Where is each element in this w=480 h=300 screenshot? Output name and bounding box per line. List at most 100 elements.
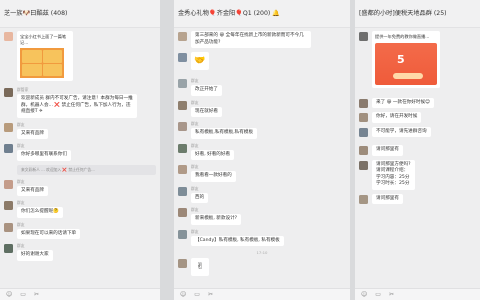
- sticker[interactable]: 🤝: [191, 52, 209, 70]
- message: 群友 【Candy】私有模板, 私有模板, 私有模板: [178, 229, 346, 246]
- emoji-icon[interactable]: ☺: [6, 291, 12, 298]
- message-text: 好看, 好看的好看: [191, 149, 235, 160]
- avatar[interactable]: [4, 88, 13, 97]
- message: 群友 西的: [178, 185, 346, 203]
- sender-name: 群友: [17, 143, 25, 148]
- avatar[interactable]: [4, 244, 13, 253]
- card-button: [393, 72, 423, 79]
- input-toolbar: ☺ ▭ ✂: [0, 288, 160, 300]
- message-text: 私有模板,私有模板,私有模板: [191, 128, 258, 139]
- chat-title: [盛都的小时]便税天地品群 (25): [355, 0, 480, 28]
- avatar[interactable]: [359, 146, 368, 155]
- message-text: 我看看一款好看的: [191, 171, 236, 182]
- message: 🤝: [178, 52, 346, 70]
- sender-name: 群友: [17, 121, 25, 127]
- avatar[interactable]: [178, 208, 187, 217]
- chat-title: 芝一族🐶曰酷兹 (408): [0, 0, 160, 28]
- avatar[interactable]: [178, 165, 187, 174]
- message-text: 又来有品牌: [17, 185, 48, 196]
- timestamp: 17:10: [256, 250, 268, 255]
- card-thumbnail: [20, 48, 64, 78]
- message: 请问那里有: [359, 145, 476, 156]
- message: 请问那里方便吗? 请问课程介绍： 学习内容：25分 学习时长：25分: [359, 159, 476, 190]
- shared-card[interactable]: 提供一年免费的教你做直播... 5: [372, 31, 440, 88]
- message: 群友 你们怎么提醒呢🤔: [4, 200, 156, 218]
- message: ✌: [178, 258, 346, 276]
- sender-name: 群友: [191, 142, 199, 148]
- message-text: 你好，请在开发时候: [372, 112, 422, 123]
- card-thumbnail: 5: [375, 42, 437, 85]
- sender-name: 群友: [17, 200, 25, 205]
- chat-column-2: 金秀心礼物🎈齐金阳🎈Q1 (200) 🔔 第三部来的 😀 全每年在找新上市的新款…: [174, 0, 350, 300]
- sender-name: 群管家: [17, 87, 29, 92]
- input-toolbar: ☺ ▭ ✂: [355, 288, 480, 300]
- sender-name: 群友: [191, 164, 199, 169]
- avatar[interactable]: [359, 32, 368, 41]
- avatar[interactable]: [178, 100, 187, 110]
- card-title: 宝宝小红书上面了一篇笔记...: [20, 34, 67, 45]
- message-text: 欢迎新成员 群内不可发广告，请注意！本群为每日一推群，机器人会... ❌ 禁止任…: [17, 94, 137, 118]
- input-toolbar: ☺ ▭ ✂: [174, 288, 350, 300]
- message: 第三部来的 😀 全每年在找新上市的新款新而可不今几加产品功能?: [178, 31, 346, 48]
- message-text: 你好多哪里有联系你们: [17, 150, 71, 161]
- message: 群友 你好多哪里有联系你们: [4, 143, 156, 161]
- emoji-icon[interactable]: ☺: [180, 291, 186, 298]
- message: 请问那里有: [359, 193, 476, 204]
- message-text: 【Candy】私有模板, 私有模板, 私有模板: [191, 235, 284, 246]
- avatar[interactable]: [178, 122, 187, 131]
- message: 群友 又来有品牌: [4, 178, 156, 196]
- message-text: 来了 😀 一款在你好时候😊: [372, 97, 434, 108]
- message: 群友 好的谢谢大家: [4, 243, 156, 261]
- avatar[interactable]: [4, 122, 13, 132]
- avatar[interactable]: [359, 194, 368, 204]
- message-text: 改正开始了: [191, 85, 222, 96]
- avatar[interactable]: [4, 144, 13, 153]
- avatar[interactable]: [178, 229, 187, 239]
- message-text: 好的谢谢大家: [17, 250, 53, 261]
- message: 不可能学，请先进群咨询: [359, 126, 476, 137]
- avatar[interactable]: [178, 32, 187, 41]
- scissors-icon[interactable]: ✂: [389, 291, 394, 298]
- folder-icon[interactable]: ▭: [194, 291, 200, 298]
- card-title: 提供一年免费的教你做直播...: [375, 34, 430, 39]
- message: 群友 又来有品牌: [4, 121, 156, 139]
- avatar[interactable]: [178, 259, 187, 268]
- message: 群友 如果现在可以来的话请下单: [4, 221, 156, 239]
- sender-name: 群友: [191, 185, 199, 191]
- avatar[interactable]: [4, 201, 13, 210]
- message-text: 新来模板, 新款设计?: [191, 214, 242, 225]
- avatar[interactable]: [359, 98, 368, 108]
- avatar[interactable]: [4, 32, 13, 41]
- avatar[interactable]: [178, 186, 187, 196]
- avatar[interactable]: [4, 222, 13, 232]
- scissors-icon[interactable]: ✂: [34, 291, 39, 298]
- avatar[interactable]: [178, 79, 187, 88]
- scissors-icon[interactable]: ✂: [208, 291, 213, 298]
- message-text: 请问那里方便吗? 请问课程介绍： 学习内容：25分 学习时长：25分: [372, 159, 415, 190]
- avatar[interactable]: [178, 53, 187, 62]
- shared-card[interactable]: 宝宝小红书上面了一篇笔记...: [17, 31, 73, 81]
- sender-name: 群友: [17, 178, 25, 184]
- sender-name: 群友: [191, 99, 199, 105]
- avatar[interactable]: [4, 179, 13, 189]
- sticker[interactable]: ✌: [191, 258, 209, 276]
- message: 你好，请在开发时候: [359, 112, 476, 123]
- chat-title: 金秀心礼物🎈齐金阳🎈Q1 (200) 🔔: [174, 0, 350, 28]
- avatar[interactable]: [178, 143, 187, 153]
- avatar[interactable]: [359, 113, 368, 122]
- system-notice: 来文彩新人 ... 欢迎加入 ❌ 禁止任何广告...: [17, 164, 156, 175]
- message-text: 西的: [191, 192, 209, 203]
- folder-icon[interactable]: ▭: [20, 291, 26, 298]
- chat-column-3: [盛都的小时]便税天地品群 (25) 提供一年免费的教你做直播... 5 来了 …: [355, 0, 480, 300]
- folder-icon[interactable]: ▭: [375, 291, 381, 298]
- message: 宝宝小红书上面了一篇笔记...: [4, 31, 156, 81]
- sender-name: 群友: [191, 78, 199, 83]
- sender-name: 群友: [17, 221, 25, 227]
- message-text: 不可能学，请先进群咨询: [372, 126, 431, 137]
- message-text: 你们怎么提醒呢🤔: [17, 207, 63, 218]
- message: 群友 现在就好看: [178, 99, 346, 117]
- message-text: 第三部来的 😀 全每年在找新上市的新款新而可不今几加产品功能?: [191, 31, 311, 48]
- avatar[interactable]: [359, 160, 368, 170]
- emoji-icon[interactable]: ☺: [361, 291, 367, 298]
- avatar[interactable]: [359, 127, 368, 137]
